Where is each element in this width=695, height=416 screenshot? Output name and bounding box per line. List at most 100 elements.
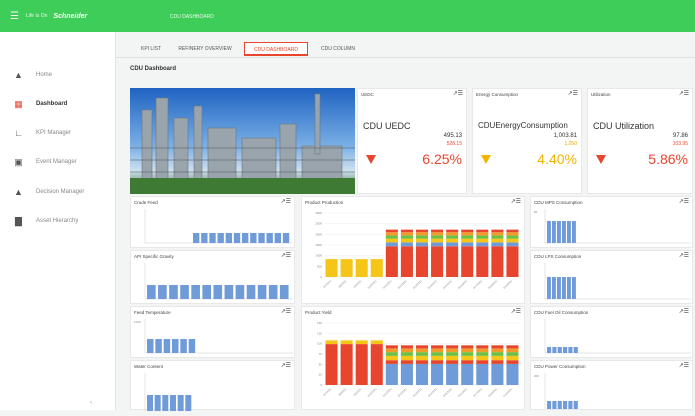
bar-segment — [431, 246, 444, 277]
expand-menu-icon[interactable]: ↗☰ — [511, 308, 521, 315]
bar — [573, 347, 578, 353]
chart-card-mps-consumption: CDU MPS Consumption ↗☰ 50 — [530, 196, 693, 248]
bar-segment — [461, 235, 474, 239]
card-title: Feed Temperature — [134, 310, 171, 315]
collapse-sidebar-icon[interactable]: ‹ — [90, 400, 92, 406]
bar — [562, 221, 566, 243]
bar-segment — [506, 238, 519, 243]
kpi-card-uedc: UEDC ↗☰ CDU UEDC 495.13 528.15 6.25% — [357, 88, 467, 194]
bar — [202, 285, 212, 299]
expand-menu-icon[interactable]: ↗☰ — [679, 198, 689, 205]
tab-refinery-overview[interactable]: REFINERY OVERVIEW — [172, 42, 238, 56]
bar — [552, 401, 557, 409]
bar — [172, 339, 179, 353]
expand-menu-icon[interactable]: ↗☰ — [281, 362, 291, 369]
tab-kpi-list[interactable]: KPI LIST — [136, 42, 166, 56]
sidebar-item-event-manager[interactable]: ▣ Event Manager — [0, 153, 116, 171]
bar — [568, 401, 573, 409]
bar-segment — [400, 232, 413, 236]
bar-segment — [476, 355, 489, 361]
bar — [185, 395, 192, 411]
kpi-target: 103.95 — [672, 141, 688, 147]
expand-menu-icon[interactable]: ↗☰ — [679, 90, 689, 97]
tab-cdu-dashboard[interactable]: CDU DASHBOARD — [244, 42, 308, 56]
sidebar-item-asset-hierarchy[interactable]: ▇ Asset Hierarchy — [0, 212, 116, 230]
hierarchy-icon: ▇ — [15, 215, 22, 226]
bar-segment — [491, 352, 504, 356]
bar — [147, 285, 156, 299]
sidebar-item-label: KPI Manager — [36, 130, 72, 136]
app-title: CDU DASHBOARD — [170, 14, 214, 20]
bar-segment — [461, 355, 474, 361]
bar-segment — [491, 242, 504, 247]
bar — [282, 233, 290, 243]
y-tick-label: 25 — [319, 373, 323, 377]
bar-segment — [446, 363, 459, 385]
y-tick-label: 200 — [534, 374, 539, 378]
expand-menu-icon[interactable]: ↗☰ — [281, 252, 291, 259]
bar-segment — [491, 229, 504, 233]
bar-segment — [355, 259, 368, 277]
kpi-value: 97.86 — [672, 133, 688, 139]
bar — [188, 339, 196, 353]
bar-segment — [400, 363, 413, 385]
bar-segment — [431, 345, 444, 349]
bar — [147, 339, 154, 353]
hamburger-menu-icon[interactable]: ☰ — [10, 11, 20, 22]
bar-segment — [446, 345, 459, 349]
card-title: Product Production — [305, 200, 344, 205]
bar-segment — [476, 360, 489, 364]
bar — [242, 233, 249, 243]
expand-menu-icon[interactable]: ↗☰ — [511, 198, 521, 205]
y-tick-label: 2500 — [315, 222, 322, 226]
tab-cdu-column[interactable]: CDU COLUMN — [314, 42, 362, 56]
y-tick-label: 1000 — [134, 320, 141, 324]
x-tick-label: 5/18/2021 — [487, 278, 498, 289]
bar-segment — [476, 235, 489, 239]
chart-card-api-gravity: API Specific Gravity ↗☰ — [130, 250, 295, 304]
bar — [572, 277, 576, 299]
trend-down-icon — [596, 155, 606, 164]
bar-segment — [491, 246, 504, 277]
kpi-percent: 4.40% — [537, 151, 577, 167]
dashboard-icon: ▦ — [14, 98, 23, 109]
expand-menu-icon[interactable]: ↗☰ — [281, 308, 291, 315]
bar-segment — [415, 363, 429, 385]
sidebar-item-home[interactable]: ▲ Home — [0, 66, 116, 84]
bar-segment — [431, 238, 444, 243]
bar — [177, 395, 184, 411]
sidebar-item-kpi-manager[interactable]: ∟ KPI Manager — [0, 124, 116, 142]
bar — [567, 221, 571, 243]
bar-segment — [446, 235, 459, 239]
y-tick-label: 1000 — [315, 254, 322, 258]
bar-segment — [431, 363, 444, 385]
x-tick-label: 5/16/2021 — [457, 386, 468, 397]
expand-menu-icon[interactable]: ↗☰ — [568, 90, 578, 97]
bar — [158, 285, 167, 299]
kpi-card-utilization: Utilization ↗☰ CDU Utilization 97.86 103… — [587, 88, 693, 194]
y-tick-label: 1500 — [315, 243, 322, 247]
sidebar-item-decision-manager[interactable]: ▲ Decision Manager — [0, 183, 116, 201]
bar — [235, 285, 245, 299]
bar — [246, 285, 256, 299]
expand-menu-icon[interactable]: ↗☰ — [679, 362, 689, 369]
bar-segment — [491, 355, 504, 361]
x-tick-label: 5/12/2021 — [397, 278, 408, 289]
y-tick-label: 0 — [320, 275, 322, 279]
expand-menu-icon[interactable]: ↗☰ — [679, 308, 689, 315]
top-bar: ☰ Life Is On Schneider CDU DASHBOARD — [0, 0, 695, 32]
sidebar-item-dashboard[interactable]: ▦ Dashboard — [0, 95, 116, 113]
bar — [279, 285, 289, 299]
x-tick-label: 5/10/2021 — [366, 386, 377, 397]
bar-segment — [415, 348, 429, 353]
expand-menu-icon[interactable]: ↗☰ — [281, 198, 291, 205]
trend-down-icon — [481, 155, 491, 164]
expand-menu-icon[interactable]: ↗☰ — [453, 90, 463, 97]
bar-segment — [385, 229, 398, 233]
bar-segment — [340, 344, 353, 385]
y-tick-label: 100 — [317, 342, 322, 346]
bar-segment — [340, 340, 353, 345]
bar-segment — [446, 242, 459, 247]
decision-icon: ▲ — [14, 186, 23, 197]
expand-menu-icon[interactable]: ↗☰ — [679, 252, 689, 259]
